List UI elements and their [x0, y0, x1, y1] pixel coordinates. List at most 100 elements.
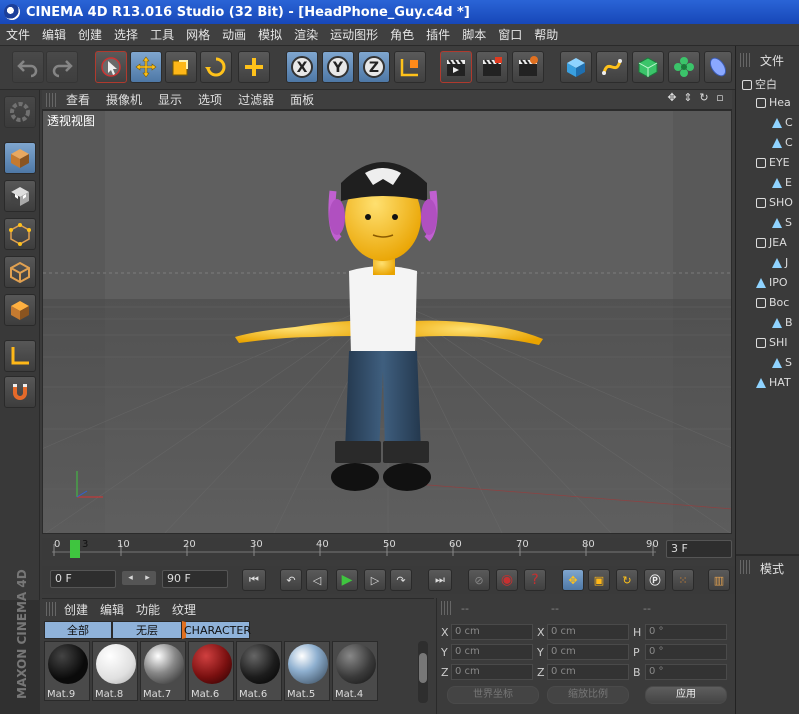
- undo-button[interactable]: [12, 51, 44, 83]
- tree-item[interactable]: B: [772, 316, 793, 329]
- menu-edit[interactable]: 编辑: [36, 26, 72, 43]
- material-menu-function[interactable]: 功能: [130, 601, 166, 618]
- current-frame-field[interactable]: 3 F: [666, 540, 732, 558]
- rotate-tool-button[interactable]: [200, 51, 232, 83]
- rotation-b-field[interactable]: 0 °: [645, 664, 727, 680]
- frame-range-slider[interactable]: ◂ ▸: [122, 571, 156, 585]
- record-position-button[interactable]: ✥: [562, 569, 584, 591]
- panel-grip-handle[interactable]: [46, 92, 58, 107]
- move-tool-button[interactable]: [130, 51, 162, 83]
- tree-item[interactable]: EYE: [756, 156, 790, 169]
- make-editable-button[interactable]: [4, 96, 36, 128]
- menu-character[interactable]: 角色: [384, 26, 420, 43]
- viewport-menu-display[interactable]: 显示: [150, 91, 190, 108]
- menu-file[interactable]: 文件: [0, 26, 36, 43]
- add-mograph-button[interactable]: [668, 51, 700, 83]
- menu-mesh[interactable]: 网格: [180, 26, 216, 43]
- render-picture-viewer-button[interactable]: [476, 51, 508, 83]
- next-key-button[interactable]: ↷: [390, 569, 412, 591]
- pan-view-icon[interactable]: ✥: [666, 92, 678, 104]
- start-frame-field[interactable]: 0 F: [50, 570, 116, 588]
- recent-tool-button[interactable]: [238, 51, 270, 83]
- add-deformer-button[interactable]: [704, 51, 732, 83]
- position-z-field[interactable]: 0 cm: [451, 664, 533, 680]
- material-scrollbar-thumb[interactable]: [419, 653, 427, 683]
- dolly-view-icon[interactable]: ⇕: [682, 92, 694, 104]
- tree-item[interactable]: JEA: [756, 236, 787, 249]
- menu-animate[interactable]: 动画: [216, 26, 252, 43]
- viewport-menu-panel[interactable]: 面板: [282, 91, 322, 108]
- render-settings-button[interactable]: [512, 51, 544, 83]
- menu-script[interactable]: 脚本: [456, 26, 492, 43]
- menu-window[interactable]: 窗口: [492, 26, 528, 43]
- material-swatch[interactable]: Mat.6: [236, 641, 282, 701]
- keyframe-selection-button[interactable]: ?: [524, 569, 546, 591]
- model-mode-button[interactable]: [4, 142, 36, 174]
- timeline-ruler[interactable]: 0 3 10 20 30 40 50 60 70 80 90 3 F: [42, 538, 735, 560]
- record-active-objects-button[interactable]: ⊘: [468, 569, 490, 591]
- material-swatch[interactable]: Mat.6: [188, 641, 234, 701]
- menu-tools[interactable]: 工具: [144, 26, 180, 43]
- x-axis-lock-button[interactable]: X: [286, 51, 318, 83]
- record-parameter-button[interactable]: Ⓟ: [644, 569, 666, 591]
- size-x-field[interactable]: 0 cm: [547, 624, 629, 640]
- viewport-menu-view[interactable]: 查看: [58, 91, 98, 108]
- end-frame-field[interactable]: 90 F: [162, 570, 228, 588]
- menu-mograph[interactable]: 运动图形: [324, 26, 384, 43]
- material-scrollbar[interactable]: [418, 641, 428, 703]
- menu-select[interactable]: 选择: [108, 26, 144, 43]
- tree-item[interactable]: Boc: [756, 296, 789, 309]
- points-mode-button[interactable]: [4, 218, 36, 250]
- tree-item[interactable]: HAT: [756, 376, 791, 389]
- coordinate-space-dropdown[interactable]: 世界坐标: [447, 686, 539, 704]
- apply-button[interactable]: 应用: [645, 686, 727, 704]
- y-axis-lock-button[interactable]: Y: [322, 51, 354, 83]
- attribute-menu-mode[interactable]: 模式: [760, 560, 784, 577]
- position-y-field[interactable]: 0 cm: [451, 644, 533, 660]
- add-spline-button[interactable]: [596, 51, 628, 83]
- viewport-menu-filter[interactable]: 过滤器: [230, 91, 282, 108]
- redo-button[interactable]: [46, 51, 78, 83]
- tree-item[interactable]: 空白: [742, 76, 777, 92]
- position-x-field[interactable]: 0 cm: [451, 624, 533, 640]
- coord-panel-grip[interactable]: [441, 601, 453, 615]
- material-swatch[interactable]: Mat.5: [284, 641, 330, 701]
- material-menu-texture[interactable]: 纹理: [166, 601, 202, 618]
- record-rotation-button[interactable]: ↻: [616, 569, 638, 591]
- coordinate-system-button[interactable]: [394, 51, 426, 83]
- rotation-h-field[interactable]: 0 °: [645, 624, 727, 640]
- autokeying-button[interactable]: ◉: [496, 569, 518, 591]
- current-frame-marker[interactable]: [70, 540, 80, 558]
- size-z-field[interactable]: 0 cm: [547, 664, 629, 680]
- material-panel-grip[interactable]: [46, 602, 58, 616]
- tree-item[interactable]: Hea: [756, 96, 791, 109]
- material-menu-create[interactable]: 创建: [58, 601, 94, 618]
- tree-item[interactable]: IPO: [756, 276, 788, 289]
- tree-item[interactable]: S: [772, 356, 792, 369]
- scheme-settings-button[interactable]: ▥: [708, 569, 730, 591]
- record-point-level-button[interactable]: ⁙: [672, 569, 694, 591]
- go-to-end-button[interactable]: ⏭: [428, 569, 452, 591]
- material-menu-edit[interactable]: 编辑: [94, 601, 130, 618]
- material-swatch[interactable]: Mat.4: [332, 641, 378, 701]
- material-swatch[interactable]: Mat.9: [44, 641, 90, 701]
- orbit-view-icon[interactable]: ↻: [698, 92, 710, 104]
- texture-mode-button[interactable]: [4, 180, 36, 212]
- size-mode-dropdown[interactable]: 缩放比例: [547, 686, 629, 704]
- tree-item[interactable]: SHO: [756, 196, 793, 209]
- tab-character-layer[interactable]: CHARACTER: [182, 621, 251, 639]
- menu-create[interactable]: 创建: [72, 26, 108, 43]
- viewport-menu-options[interactable]: 选项: [190, 91, 230, 108]
- perspective-viewport[interactable]: 透视视图: [42, 110, 732, 534]
- previous-frame-button[interactable]: ◁: [306, 569, 328, 591]
- object-menu-file[interactable]: 文件: [760, 52, 784, 69]
- live-selection-button[interactable]: [95, 51, 127, 83]
- z-axis-lock-button[interactable]: Z: [358, 51, 390, 83]
- tree-item[interactable]: E: [772, 176, 792, 189]
- maximize-view-icon[interactable]: ▫: [714, 92, 726, 104]
- menu-plugins[interactable]: 插件: [420, 26, 456, 43]
- play-forward-button[interactable]: ▶: [336, 569, 358, 591]
- polygons-mode-button[interactable]: [4, 294, 36, 326]
- menu-render[interactable]: 渲染: [288, 26, 324, 43]
- object-panel-grip[interactable]: [740, 53, 750, 67]
